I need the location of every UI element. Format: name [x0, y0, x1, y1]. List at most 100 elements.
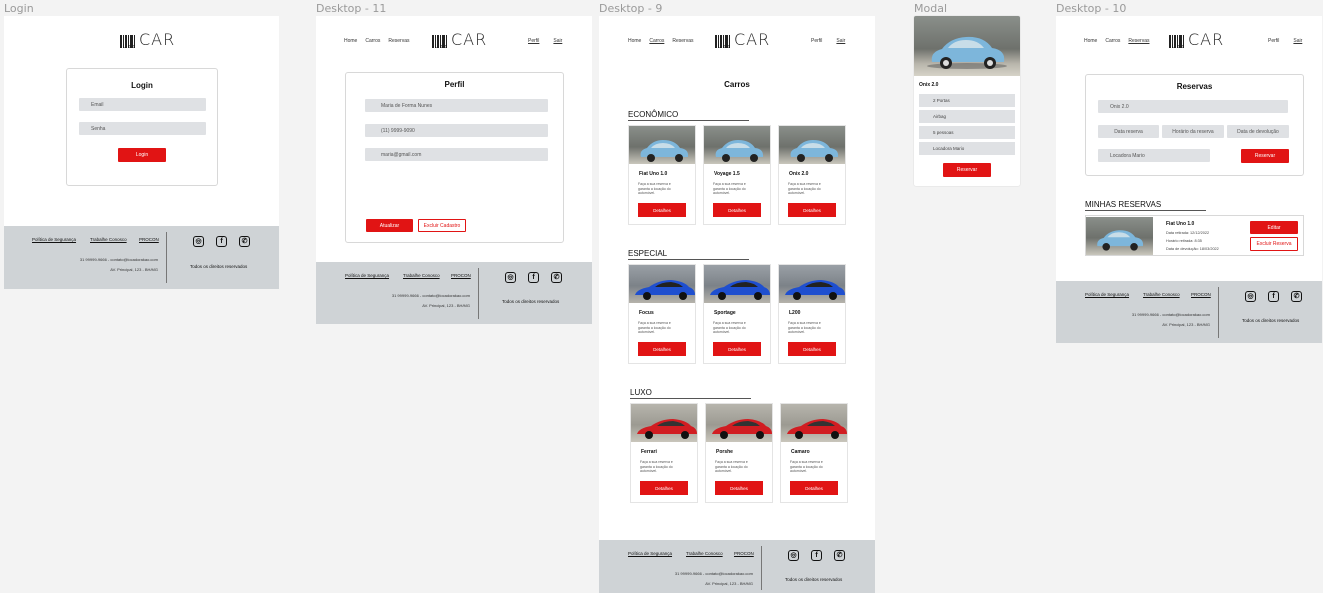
footer-link-procon[interactable]: PROCON: [734, 551, 754, 556]
footer-link-privacy[interactable]: Política de Segurança: [1085, 292, 1129, 297]
details-button[interactable]: Detalhes: [713, 203, 761, 217]
car-icon: [787, 419, 847, 439]
nav-reservations[interactable]: Reservas: [1128, 38, 1149, 44]
modal-reserve-button[interactable]: Reservar: [943, 163, 991, 177]
nav-cars[interactable]: Carros: [365, 38, 380, 44]
delete-reservation-button[interactable]: Excluir Reserva: [1250, 237, 1298, 251]
details-button[interactable]: Detalhes: [788, 342, 836, 356]
footer-contact: 31 99999-9666 - contato@locadorakao.com: [391, 293, 470, 298]
modal-car-name: Onix 2.0: [919, 82, 939, 88]
details-button[interactable]: Detalhes: [638, 203, 686, 217]
footer-link-procon[interactable]: PROCON: [1191, 292, 1211, 297]
whatsapp-icon[interactable]: ✆: [239, 236, 250, 247]
car-photo: [631, 404, 697, 442]
nav-cars[interactable]: Carros: [649, 38, 664, 44]
return-date-field[interactable]: Data de devolução: [1227, 125, 1289, 138]
footer-link-privacy[interactable]: Política de Segurança: [628, 551, 672, 556]
car-field[interactable]: Onix 2.0: [1098, 100, 1288, 113]
nav-profile[interactable]: Perfil: [1268, 38, 1279, 44]
car-card: Focus Faça a sua reserva e garanta a loca…: [628, 264, 696, 364]
footer-divider: [478, 268, 479, 319]
footer-rights: Todos os direitos reservados: [785, 577, 843, 582]
car-photo: [779, 265, 845, 303]
logo-car-text: CAR: [139, 30, 176, 49]
nav-exit[interactable]: Sair: [836, 38, 845, 44]
whatsapp-icon[interactable]: ✆: [551, 272, 562, 283]
logo-loc-text: Loc: [123, 44, 138, 50]
car-name: Onix 2.0: [789, 171, 809, 177]
user-nav: Perfil Sair: [528, 38, 562, 44]
nav-reservations[interactable]: Reservas: [672, 38, 693, 44]
reservation-item: Fiat Uno 1.0 Data retirada: 12/12/2022 H…: [1085, 215, 1304, 256]
nav-profile[interactable]: Perfil: [811, 38, 822, 44]
car-description: Faça a sua reserva e garanta a locação d…: [638, 182, 671, 195]
nav-home[interactable]: Home: [628, 38, 641, 44]
cars-title: Carros: [724, 80, 750, 89]
time-field[interactable]: Horário da reserva: [1162, 125, 1224, 138]
email-field[interactable]: Email: [79, 98, 206, 111]
whatsapp-icon[interactable]: ✆: [834, 550, 845, 561]
email-field[interactable]: maria@gmail.com: [365, 148, 548, 161]
whatsapp-icon[interactable]: ✆: [1291, 291, 1302, 302]
car-name: Porshe: [716, 449, 733, 455]
instagram-icon[interactable]: ◎: [1245, 291, 1256, 302]
footer-link-privacy[interactable]: Política de Segurança: [345, 273, 389, 278]
car-photo: [629, 265, 695, 303]
details-button[interactable]: Detalhes: [788, 203, 836, 217]
facebook-icon[interactable]: f: [528, 272, 539, 283]
date-field[interactable]: Data reserva: [1098, 125, 1159, 138]
facebook-icon[interactable]: f: [1268, 291, 1279, 302]
footer-link-work[interactable]: Trabalhe Conosco: [686, 551, 723, 556]
reservations-title: Reservas: [1176, 82, 1213, 91]
car-name: Ferrari: [641, 449, 657, 455]
nav-home[interactable]: Home: [1084, 38, 1097, 44]
reservation-form: Reservas Onix 2.0 Data reserva Horário d…: [1085, 74, 1304, 176]
footer-link-work[interactable]: Trabalhe Conosco: [90, 237, 127, 242]
car-description: Faça a sua reserva e garanta a locação d…: [640, 460, 673, 473]
car-card: Camaro Faça a sua reserva e garanta a loc…: [780, 403, 848, 503]
footer-link-procon[interactable]: PROCON: [451, 273, 471, 278]
nav-exit[interactable]: Sair: [1293, 38, 1302, 44]
name-field[interactable]: Maria de Forma Nunes: [365, 99, 548, 112]
main-nav: Home Carros Reservas: [344, 38, 409, 44]
instagram-icon[interactable]: ◎: [193, 236, 204, 247]
edit-reservation-button[interactable]: Editar: [1250, 221, 1298, 234]
instagram-icon[interactable]: ◎: [788, 550, 799, 561]
facebook-icon[interactable]: f: [811, 550, 822, 561]
login-button[interactable]: Login: [118, 148, 166, 162]
location-field[interactable]: Locadora Mario: [1098, 149, 1210, 162]
footer-link-work[interactable]: Trabalhe Conosco: [403, 273, 440, 278]
car-description: Faça a sua reserva e garanta a locação d…: [790, 460, 823, 473]
details-button[interactable]: Detalhes: [790, 481, 838, 495]
instagram-icon[interactable]: ◎: [505, 272, 516, 283]
footer-link-privacy[interactable]: Política de Segurança: [32, 237, 76, 242]
nav-exit[interactable]: Sair: [553, 38, 562, 44]
details-button[interactable]: Detalhes: [638, 342, 686, 356]
nav-cars[interactable]: Carros: [1105, 38, 1120, 44]
profile-card: Perfil Maria de Forma Nunes (11) 9999-90…: [345, 72, 564, 243]
frame-label-desktop-10: Desktop - 10: [1056, 2, 1127, 15]
nav-profile[interactable]: Perfil: [528, 38, 539, 44]
reservation-car-photo: [1086, 217, 1153, 255]
car-icon: [635, 280, 695, 300]
car-description: Faça a sua reserva e garanta a locação d…: [788, 182, 821, 195]
car-description: Faça a sua reserva e garanta a locação d…: [715, 460, 748, 473]
delete-account-button[interactable]: Excluir Cadastro: [418, 219, 466, 232]
details-button[interactable]: Detalhes: [640, 481, 688, 495]
nav-home[interactable]: Home: [344, 38, 357, 44]
footer-link-procon[interactable]: PROCON: [139, 237, 159, 242]
facebook-icon[interactable]: f: [216, 236, 227, 247]
phone-field[interactable]: (11) 9999-9090: [365, 124, 548, 137]
nav-reservations[interactable]: Reservas: [388, 38, 409, 44]
section-title-1: ESPECIAL: [628, 249, 749, 260]
my-reservations-title: MINHAS RESERVAS: [1085, 200, 1206, 211]
reserve-button[interactable]: Reservar: [1241, 149, 1289, 163]
details-button[interactable]: Detalhes: [715, 481, 763, 495]
password-field[interactable]: Senha: [79, 122, 206, 135]
car-photo: [704, 265, 770, 303]
footer-link-work[interactable]: Trabalhe Conosco: [1143, 292, 1180, 297]
main-nav: Home Carros Reservas: [1084, 38, 1149, 44]
update-button[interactable]: Atualizar: [366, 219, 413, 232]
details-button[interactable]: Detalhes: [713, 342, 761, 356]
reservations-frame: Home Carros Reservas CAR Loc Perfil Sair…: [1056, 16, 1322, 343]
